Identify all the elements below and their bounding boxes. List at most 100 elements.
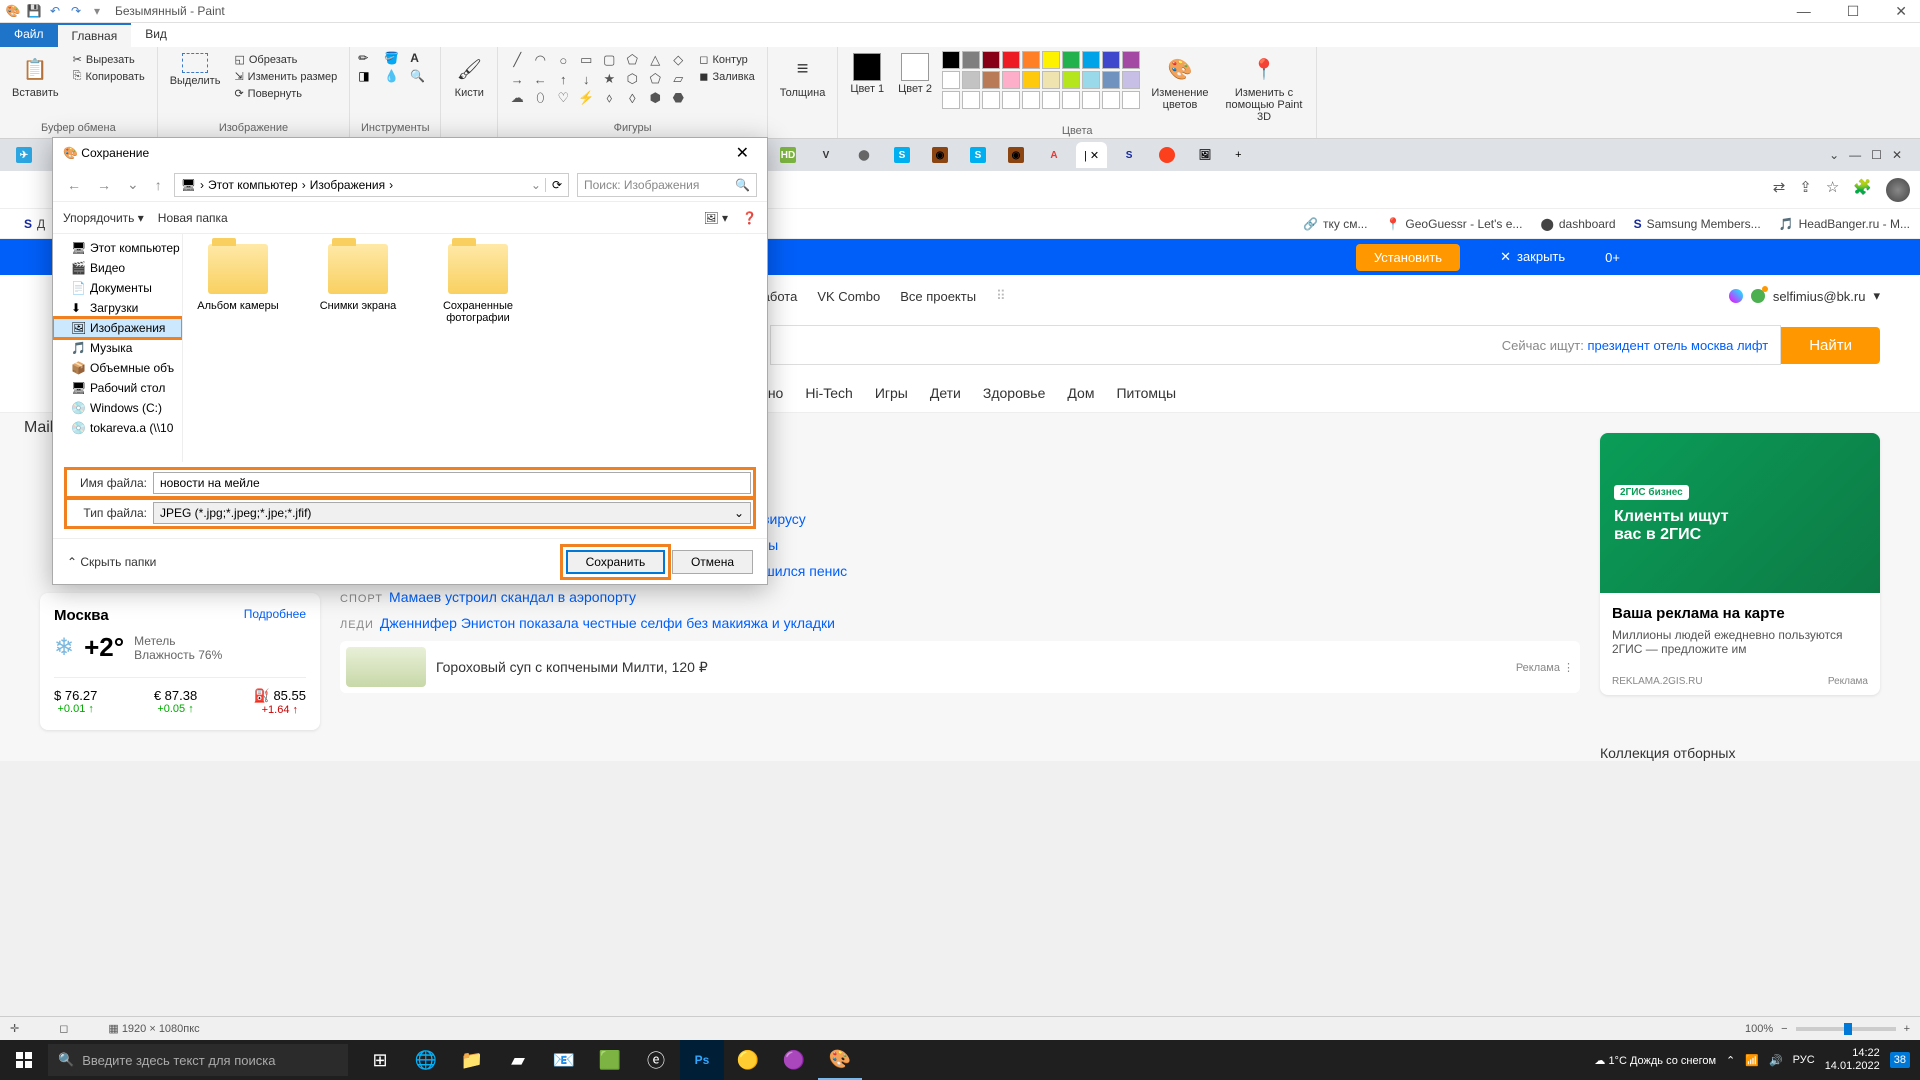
eraser-icon[interactable]: ◨ xyxy=(358,69,380,83)
color-swatch[interactable] xyxy=(1062,91,1080,109)
chevron-down-icon[interactable]: ▾ xyxy=(1873,288,1880,304)
tab-file[interactable]: Файл xyxy=(0,23,58,47)
browser-tab[interactable]: ◉ xyxy=(924,142,956,168)
nav-fwd-icon[interactable]: → xyxy=(93,177,115,193)
app-icon[interactable]: 🟩 xyxy=(588,1040,632,1080)
edge-icon[interactable]: 🌐 xyxy=(404,1040,448,1080)
color-swatch[interactable] xyxy=(982,51,1000,69)
cut-button[interactable]: ✂Вырезать xyxy=(69,51,149,68)
theme-icon[interactable] xyxy=(1729,289,1743,303)
save-icon[interactable]: 💾 xyxy=(26,3,42,19)
filename-input[interactable] xyxy=(153,472,751,494)
crop-button[interactable]: ◱Обрезать xyxy=(230,51,341,68)
nav-back-icon[interactable]: ← xyxy=(63,177,85,193)
recipe-card[interactable]: Гороховый суп с копчеными Милти, 120 ₽Ре… xyxy=(340,641,1580,693)
color-swatch[interactable] xyxy=(1082,51,1100,69)
qat-dropdown-icon[interactable]: ▾ xyxy=(89,3,105,19)
browser-tab[interactable]: S xyxy=(886,142,918,168)
bookmark[interactable]: ⬤dashboard xyxy=(1540,217,1615,231)
search-suggestion-link[interactable]: президент отель москва лифт xyxy=(1588,338,1769,353)
browser-tab[interactable]: ⬤ xyxy=(848,142,880,168)
rotate-button[interactable]: ⟳Повернуть xyxy=(230,85,341,102)
grid-icon[interactable]: ⠿ xyxy=(996,288,1006,304)
color-swatch[interactable] xyxy=(1022,51,1040,69)
star-icon[interactable]: ☆ xyxy=(1826,178,1839,202)
paste-button[interactable]: 📋 Вставить xyxy=(8,51,63,101)
taskbar-search[interactable]: 🔍 Введите здесь текст для поиска xyxy=(48,1044,348,1076)
close-icon[interactable]: ✕ xyxy=(1887,3,1915,20)
zoom-in-icon[interactable]: + xyxy=(1904,1023,1910,1035)
resize-button[interactable]: ⇲Изменить размер xyxy=(230,68,341,85)
bookmark[interactable]: SSamsung Members... xyxy=(1634,217,1761,231)
organize-button[interactable]: Упорядочить ▾ xyxy=(63,211,144,225)
color-swatch[interactable] xyxy=(1122,71,1140,89)
dialog-close-icon[interactable]: ✕ xyxy=(728,143,757,163)
color-swatch[interactable] xyxy=(1062,71,1080,89)
fill-icon[interactable]: 🪣 xyxy=(384,51,406,65)
outlook-icon[interactable]: 📧 xyxy=(542,1040,586,1080)
bookmark[interactable]: 🎵HeadBanger.ru - M... xyxy=(1779,217,1910,231)
clock[interactable]: 14:22 14.01.2022 xyxy=(1825,1047,1880,1073)
ie-icon[interactable]: ⓔ xyxy=(634,1040,678,1080)
lang-indicator[interactable]: РУС xyxy=(1793,1054,1815,1066)
shapes-gallery[interactable]: ╱◠○▭▢⬠△◇ →←↑↓★⬡⬠▱ ☁⬯♡⚡⬨◊⬢⬣ xyxy=(506,51,689,107)
browser-tab[interactable]: 🖼 xyxy=(1189,142,1221,168)
browser-tab[interactable]: ✈ xyxy=(8,142,40,168)
network-icon[interactable]: 📶 xyxy=(1745,1054,1759,1067)
edit-colors-button[interactable]: 🎨 Изменение цветов xyxy=(1146,51,1214,113)
share-icon[interactable]: ⇪ xyxy=(1799,178,1812,202)
fill-shape-button[interactable]: ◼Заливка xyxy=(695,68,758,85)
color-swatch[interactable] xyxy=(1002,91,1020,109)
tree-item[interactable]: 🖼Изображения xyxy=(53,318,182,338)
browser-minimize-icon[interactable]: — xyxy=(1849,148,1861,162)
refresh-icon[interactable]: ⟳ xyxy=(545,178,562,192)
nav-item[interactable]: Hi-Tech xyxy=(805,385,852,401)
bookmark[interactable]: S Д xyxy=(24,217,45,231)
tree-item[interactable]: 💿tokareva.a (\\10 xyxy=(53,418,182,438)
app-icon[interactable]: 🟣 xyxy=(772,1040,816,1080)
color-swatch[interactable] xyxy=(942,71,960,89)
user-email[interactable]: selfimius@bk.ru xyxy=(1773,289,1866,304)
browser-close-icon[interactable]: ✕ xyxy=(1892,148,1902,162)
news-item[interactable]: ЛЕДИДженнифер Энистон показала честные с… xyxy=(340,615,1580,631)
color-swatch[interactable] xyxy=(962,91,980,109)
color-swatch[interactable] xyxy=(1102,51,1120,69)
install-button[interactable]: Установить xyxy=(1356,244,1460,271)
tree-item[interactable]: 📄Документы xyxy=(53,278,182,298)
minimize-icon[interactable]: — xyxy=(1789,3,1819,20)
nav-all[interactable]: Все проекты xyxy=(900,289,976,304)
folder-item[interactable]: Альбом камеры xyxy=(193,244,283,312)
select-button[interactable]: Выделить xyxy=(166,51,225,89)
browser-tab[interactable]: HD xyxy=(772,142,804,168)
color-swatch[interactable] xyxy=(1042,91,1060,109)
outline-button[interactable]: ◻Контур xyxy=(695,51,758,68)
app-icon[interactable]: ▰ xyxy=(496,1040,540,1080)
tree-item[interactable]: 💿Windows (C:) xyxy=(53,398,182,418)
browser-tab[interactable]: S xyxy=(962,142,994,168)
path-dropdown-icon[interactable]: ⌄ xyxy=(531,178,541,192)
tab-dropdown-icon[interactable]: ⌄ xyxy=(1829,148,1839,162)
undo-icon[interactable]: ↶ xyxy=(47,3,63,19)
color1-button[interactable]: Цвет 1 xyxy=(846,51,888,97)
picker-icon[interactable]: 💧 xyxy=(384,69,406,83)
view-icon[interactable]: 🖼 ▾ xyxy=(703,211,728,225)
tree-item[interactable]: 🖥Рабочий стол xyxy=(53,378,182,398)
file-pane[interactable]: Альбом камерыСнимки экранаСохраненные фо… xyxy=(183,234,767,462)
color-swatch[interactable] xyxy=(982,91,1000,109)
color-swatch[interactable] xyxy=(982,71,1000,89)
color-swatch[interactable] xyxy=(1022,91,1040,109)
nav-recent-icon[interactable]: ⌄ xyxy=(123,176,143,193)
tree-item[interactable]: 📦Объемные объ xyxy=(53,358,182,378)
ad-card[interactable]: 2ГИС бизнес Клиенты ищут вас в 2ГИС Ваша… xyxy=(1600,433,1880,695)
save-button[interactable]: Сохранить xyxy=(566,550,666,574)
hide-folders-button[interactable]: ⌃ Скрыть папки xyxy=(67,555,156,569)
text-icon[interactable]: A xyxy=(410,51,432,65)
nav-up-icon[interactable]: ↑ xyxy=(151,177,166,193)
banner-close[interactable]: ✕закрыть xyxy=(1500,249,1565,265)
nav-item[interactable]: Питомцы xyxy=(1116,385,1176,401)
translate-icon[interactable]: ⇄ xyxy=(1773,178,1786,202)
tree-item[interactable]: 🖥Этот компьютер xyxy=(53,238,182,258)
color-swatch[interactable] xyxy=(942,51,960,69)
volume-icon[interactable]: 🔊 xyxy=(1769,1054,1783,1067)
color-swatch[interactable] xyxy=(1002,51,1020,69)
